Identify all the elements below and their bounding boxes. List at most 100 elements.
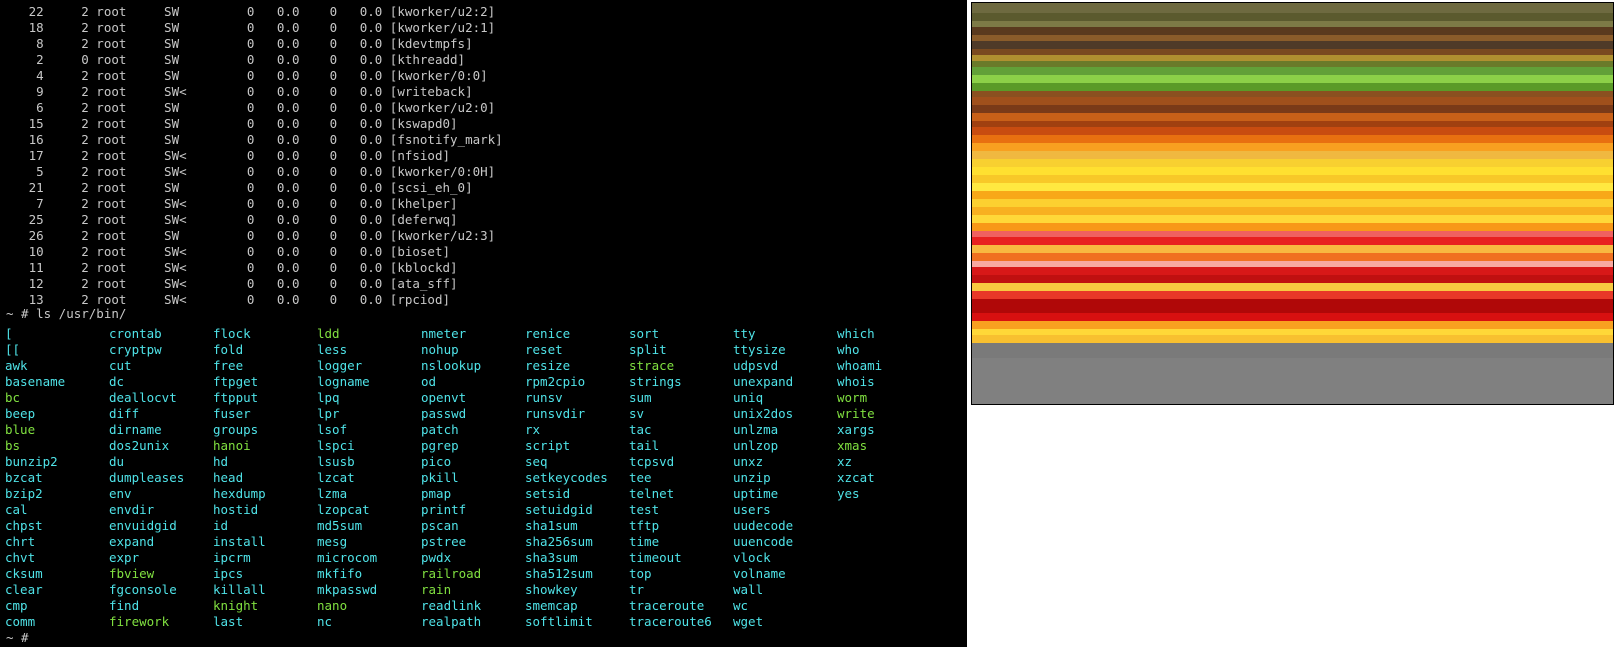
ls-entry: fold — [213, 342, 244, 357]
final-prompt[interactable]: ~ # — [6, 630, 36, 646]
preview-stripe — [972, 151, 1613, 160]
ls-entry: comm — [5, 614, 36, 629]
ls-entry: groups — [213, 422, 259, 437]
ls-entry: od — [421, 374, 437, 389]
ls-entry: strace — [629, 358, 675, 373]
image-preview — [971, 2, 1614, 405]
preview-stripe — [972, 231, 1613, 238]
ls-entry: bc — [5, 390, 21, 405]
process-row: 18 2 root SW 0 0.0 0 0.0 [kworker/u2:1] — [6, 20, 496, 35]
ls-entry: flock — [213, 326, 251, 341]
ls-entry: nohup — [421, 342, 459, 357]
preview-stripe — [972, 105, 1613, 114]
ls-entry: fgconsole — [109, 582, 177, 597]
ls-entry: diff — [109, 406, 140, 421]
terminal-window[interactable]: 22 2 root SW 0 0.0 0 0.0 [kworker/u2:2] … — [0, 0, 967, 647]
preview-stripe — [972, 159, 1613, 168]
ls-entry: lsusb — [317, 454, 355, 469]
ls-entry: time — [629, 534, 660, 549]
process-row: 10 2 root SW< 0 0.0 0 0.0 [bioset] — [6, 244, 451, 259]
ls-entry: pscan — [421, 518, 459, 533]
ls-entry: fuser — [213, 406, 251, 421]
ls-entry: split — [629, 342, 667, 357]
process-row: 12 2 root SW< 0 0.0 0 0.0 [ata_sff] — [6, 276, 458, 291]
ls-entry: railroad — [421, 566, 482, 581]
ls-entry: logname — [317, 374, 370, 389]
preview-stripe — [972, 127, 1613, 136]
ls-entry: nc — [317, 614, 333, 629]
ls-entry: hexdump — [213, 486, 266, 501]
ls-entry: [[ — [5, 342, 21, 357]
ls-entry: rx — [525, 422, 541, 437]
ls-entry: cryptpw — [109, 342, 162, 357]
ls-entry: deallocvt — [109, 390, 177, 405]
ls-entry: nmeter — [421, 326, 467, 341]
preview-stripe — [972, 13, 1613, 22]
preview-stripe — [972, 55, 1613, 62]
ls-entry: fbview — [109, 566, 155, 581]
ls-entry: killall — [213, 582, 266, 597]
ls-entry: smemcap — [525, 598, 578, 613]
process-row: 22 2 root SW 0 0.0 0 0.0 [kworker/u2:2] — [6, 4, 496, 19]
ls-entry: ipcrm — [213, 550, 251, 565]
ls-entry: [ — [5, 326, 13, 341]
ls-entry: dumpleases — [109, 470, 185, 485]
ls-entry: lzopcat — [317, 502, 370, 517]
ls-entry: crontab — [109, 326, 162, 341]
ls-entry: bs — [5, 438, 21, 453]
ls-entry: tcpsvd — [629, 454, 675, 469]
ls-entry: head — [213, 470, 244, 485]
preview-stripe — [972, 97, 1613, 106]
preview-stripe — [972, 27, 1613, 36]
ls-entry: ftpget — [213, 374, 259, 389]
ls-entry: lzcat — [317, 470, 355, 485]
preview-stripe — [972, 41, 1613, 50]
ls-entry: unix2dos — [733, 406, 794, 421]
ls-entry: less — [317, 342, 348, 357]
ls-entry: hanoi — [213, 438, 251, 453]
ls-entry: sha3sum — [525, 550, 578, 565]
ls-entry: openvt — [421, 390, 467, 405]
preview-stripe — [972, 329, 1613, 336]
preview-stripe — [972, 335, 1613, 344]
process-row: 7 2 root SW< 0 0.0 0 0.0 [khelper] — [6, 196, 458, 211]
ls-entry: uptime — [733, 486, 779, 501]
ls-entry: lspci — [317, 438, 355, 453]
process-row: 25 2 root SW< 0 0.0 0 0.0 [deferwq] — [6, 212, 458, 227]
ls-entry: unlzma — [733, 422, 779, 437]
process-row: 16 2 root SW 0 0.0 0 0.0 [fsnotify_mark] — [6, 132, 503, 147]
ls-entry: pgrep — [421, 438, 459, 453]
ls-entry: uudecode — [733, 518, 794, 533]
ls-entry: passwd — [421, 406, 467, 421]
ls-entry: pkill — [421, 470, 459, 485]
ls-entry: rpm2cpio — [525, 374, 586, 389]
preview-stripe — [972, 215, 1613, 224]
ls-entry: knight — [213, 598, 259, 613]
ls-entry: pmap — [421, 486, 452, 501]
ls-entry: vlock — [733, 550, 771, 565]
preview-stripe — [972, 313, 1613, 322]
ls-entry: hd — [213, 454, 229, 469]
ls-entry: nano — [317, 598, 348, 613]
ls-entry: script — [525, 438, 571, 453]
ls-entry: bzcat — [5, 470, 43, 485]
ls-entry: lsof — [317, 422, 348, 437]
ls-entry: awk — [5, 358, 28, 373]
ls-entry: id — [213, 518, 229, 533]
ls-entry: xz — [837, 454, 853, 469]
ls-entry: cksum — [5, 566, 43, 581]
ls-entry: sha256sum — [525, 534, 593, 549]
preview-stripe — [972, 343, 1613, 358]
ls-entry: basename — [5, 374, 66, 389]
command-prompt: ~ # ls /usr/bin/ — [6, 306, 127, 321]
ls-entry: sv — [629, 406, 645, 421]
ls-entry: cmp — [5, 598, 28, 613]
preview-stripe — [972, 61, 1613, 68]
process-row: 17 2 root SW< 0 0.0 0 0.0 [nfsiod] — [6, 148, 451, 163]
ls-entry: dc — [109, 374, 125, 389]
ls-entry: firework — [109, 614, 170, 629]
ls-entry: uuencode — [733, 534, 794, 549]
ls-entry: sort — [629, 326, 660, 341]
ls-entry: runsvdir — [525, 406, 586, 421]
preview-stripe — [972, 267, 1613, 276]
